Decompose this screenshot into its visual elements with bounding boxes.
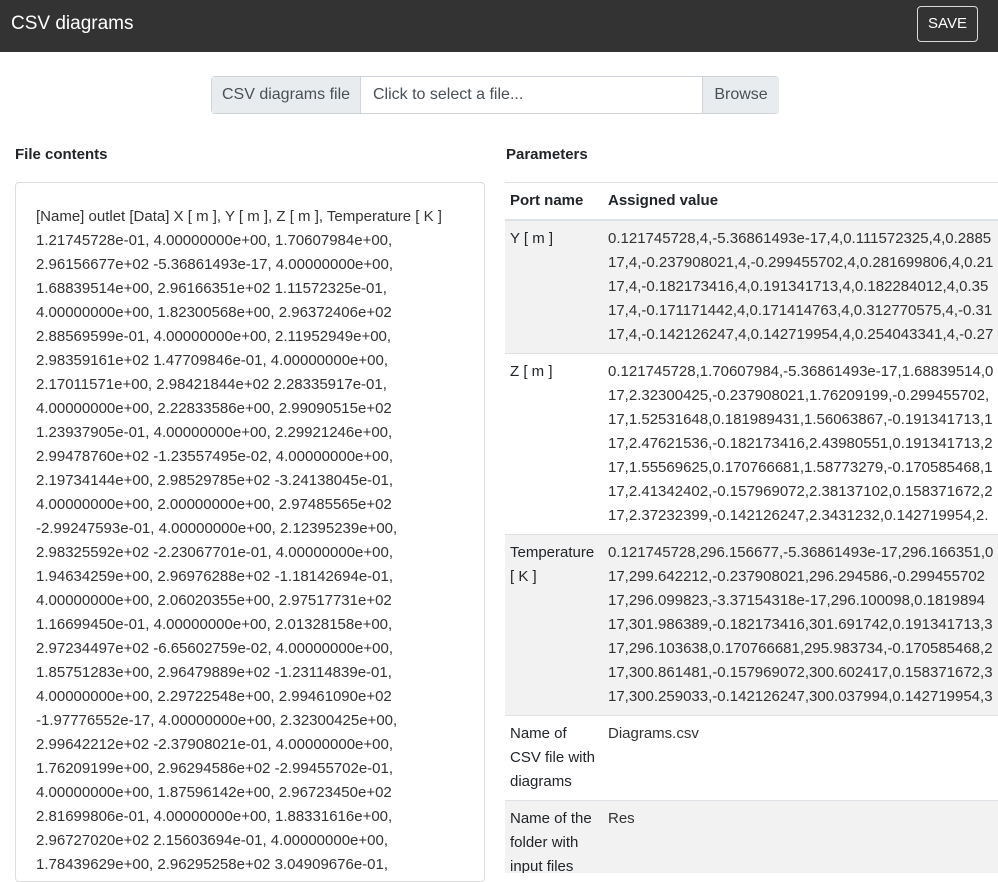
assigned-value-cell: 0.121745728,1.70607984,-5.36861493e-17,1… xyxy=(603,353,998,535)
port-name-cell: Z [ m ] xyxy=(505,353,603,535)
value-line: 17,2.41342402,-0.157969072,2.38137102,0.… xyxy=(608,483,993,500)
value-line: 17,4,-0.142126247,4,0.142719954,4,0.2540… xyxy=(608,326,994,343)
value-line: 17,2.32300425,-0.237908021,1.76209199,-0… xyxy=(608,387,990,404)
top-navbar: CSV diagrams SAVE xyxy=(0,0,998,52)
value-line: 17,1.52531648,0.181989431,1.56063867,-0.… xyxy=(608,411,993,428)
value-line: 17,301.986389,-0.182173416,301.691742,0.… xyxy=(608,616,993,633)
column-header-assigned-value: Assigned value xyxy=(603,183,998,221)
value-line: 17,4,-0.171171442,4,0.171414763,4,0.3127… xyxy=(608,302,993,319)
value-line: Res xyxy=(608,810,635,827)
port-name-cell: Temperature [ K ] xyxy=(505,534,603,716)
value-line: 17,299.642212,-0.237908021,296.294586,-0… xyxy=(608,568,986,585)
parameters-heading: Parameters xyxy=(506,146,588,163)
app-title: CSV diagrams xyxy=(11,13,134,34)
parameters-table: Port name Assigned value Y [ m ] 0.12174… xyxy=(505,183,998,873)
save-button[interactable]: SAVE xyxy=(917,6,978,42)
file-contents-text: [Name] outlet [Data] X [ m ], Y [ m ], Z… xyxy=(36,208,442,873)
value-line: 17,2.37232399,-0.142126247,2.3431232,0.1… xyxy=(608,507,989,524)
port-name-cell: Y [ m ] xyxy=(505,219,603,354)
port-name-cell: Name of the folder with input files xyxy=(505,800,603,873)
table-row: Temperature [ K ] 0.121745728,296.156677… xyxy=(505,534,998,716)
file-contents-heading: File contents xyxy=(15,146,108,163)
value-line: 0.121745728,1.70607984,-5.36861493e-17,1… xyxy=(608,363,994,380)
table-row: Y [ m ] 0.121745728,4,-5.36861493e-17,4,… xyxy=(505,219,998,354)
file-contents-box[interactable]: [Name] outlet [Data] X [ m ], Y [ m ], Z… xyxy=(15,182,485,882)
file-picker-label: CSV diagrams file xyxy=(212,77,361,113)
table-row: Name of the folder with input files Res xyxy=(505,800,998,873)
value-line: 17,296.103638,0.170766681,295.983734,-0.… xyxy=(608,640,993,657)
value-line: 0.121745728,296.156677,-5.36861493e-17,2… xyxy=(608,544,994,561)
value-line: 17,300.259033,-0.142126247,300.037994,0.… xyxy=(608,688,993,705)
assigned-value-cell: 0.121745728,296.156677,-5.36861493e-17,2… xyxy=(603,534,998,716)
value-line: 17,300.861481,-0.157969072,300.602417,0.… xyxy=(608,664,993,681)
assigned-value-cell: Res xyxy=(603,800,998,873)
column-header-port-name: Port name xyxy=(505,183,603,221)
value-line: 17,4,-0.182173416,4,0.191341713,4,0.1822… xyxy=(608,278,989,295)
csv-file-picker[interactable]: CSV diagrams file Click to select a file… xyxy=(211,76,779,114)
table-row: Name of CSV file with diagrams Diagrams.… xyxy=(505,715,998,801)
value-line: 17,2.47621536,-0.182173416,2.43980551,0.… xyxy=(608,435,993,452)
browse-button[interactable]: Browse xyxy=(702,77,779,113)
file-select-input[interactable]: Click to select a file... xyxy=(361,77,702,113)
parameters-table-container[interactable]: Port name Assigned value Y [ m ] 0.12174… xyxy=(505,182,998,873)
value-line: 17,1.55569625,0.170766681,1.58773279,-0.… xyxy=(608,459,993,476)
value-line: 0.121745728,4,-5.36861493e-17,4,0.111572… xyxy=(608,230,992,247)
value-line: Diagrams.csv xyxy=(608,725,699,742)
port-name-cell: Name of CSV file with diagrams xyxy=(505,715,603,801)
table-row: Z [ m ] 0.121745728,1.70607984,-5.368614… xyxy=(505,353,998,535)
assigned-value-cell: 0.121745728,4,-5.36861493e-17,4,0.111572… xyxy=(603,219,998,354)
value-line: 17,4,-0.237908021,4,-0.299455702,4,0.281… xyxy=(608,254,994,271)
assigned-value-cell: Diagrams.csv xyxy=(603,715,998,801)
value-line: 17,296.099823,-3.37154318e-17,296.100098… xyxy=(608,592,986,609)
